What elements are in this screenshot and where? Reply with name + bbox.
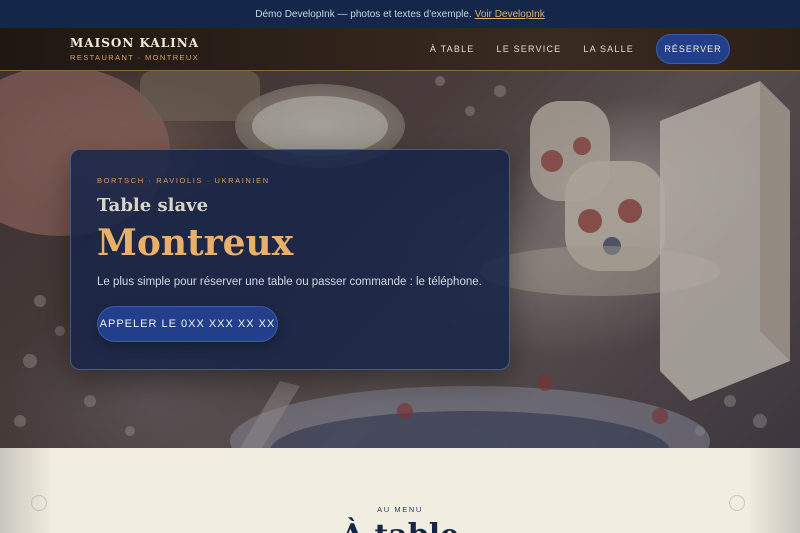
- hero-title: Montreux: [97, 222, 294, 264]
- reserve-button[interactable]: RÉSERVER: [656, 34, 730, 64]
- site-header: MAISON KALINA RESTAURANT · MONTREUX À TA…: [0, 28, 800, 71]
- menu-kicker: AU MENU: [377, 505, 423, 514]
- hero-kicker: BORTSCH · RAVIOLIS · UKRAINIEN: [97, 176, 270, 185]
- call-button[interactable]: APPELER LE 0XX XXX XX XX: [97, 306, 278, 342]
- menu-title: À table: [0, 518, 800, 533]
- hero-description: Le plus simple pour réserver une table o…: [97, 276, 482, 288]
- nav-item-a-table[interactable]: À TABLE: [430, 44, 475, 54]
- menu-section: AU MENU À table: [0, 448, 800, 533]
- nav-item-la-salle[interactable]: LA SALLE: [583, 44, 634, 54]
- brand-subtitle: RESTAURANT · MONTREUX: [70, 53, 200, 62]
- main-nav: À TABLE LE SERVICE LA SALLE RÉSERVER: [430, 34, 730, 64]
- brand[interactable]: MAISON KALINA RESTAURANT · MONTREUX: [70, 36, 199, 62]
- hero-section: BORTSCH · RAVIOLIS · UKRAINIEN Table sla…: [0, 71, 800, 448]
- demo-banner: Démo DevelopInk — photos et textes d'exe…: [0, 0, 800, 28]
- demo-banner-link[interactable]: Voir DevelopInk: [475, 9, 545, 20]
- hero-tagline: Table slave: [97, 195, 209, 216]
- demo-banner-text: Démo DevelopInk — photos et textes d'exe…: [255, 8, 472, 20]
- brand-name: MAISON KALINA: [70, 36, 200, 50]
- hero-card: BORTSCH · RAVIOLIS · UKRAINIEN Table sla…: [70, 149, 510, 370]
- nav-item-le-service[interactable]: LE SERVICE: [497, 44, 562, 54]
